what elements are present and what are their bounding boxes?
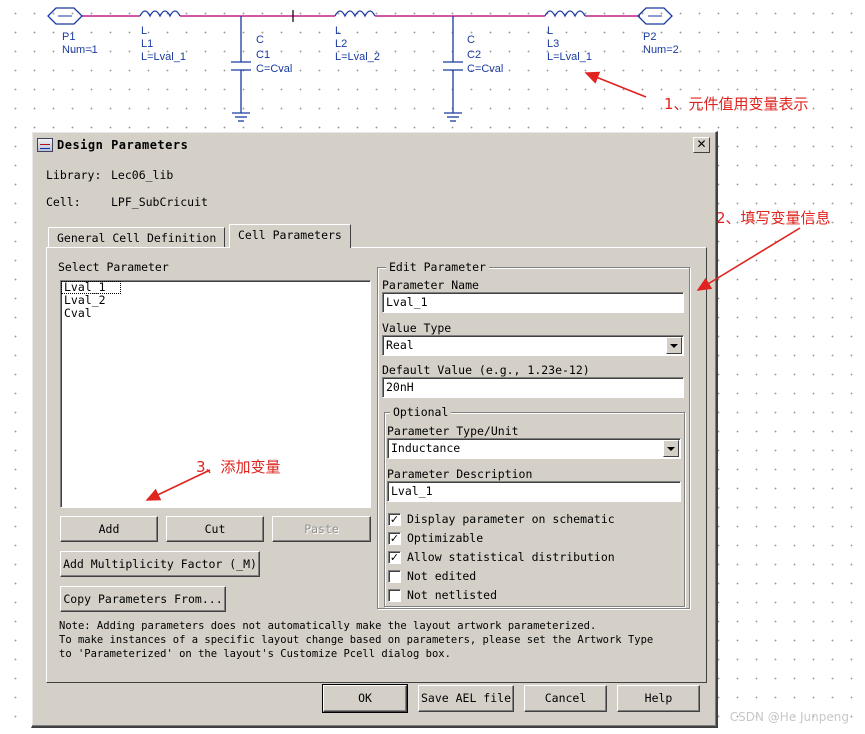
checkbox-label: Not netlisted	[407, 588, 498, 602]
checkbox-label: Allow statistical distribution	[407, 550, 615, 564]
value-type-selected: Real	[386, 338, 414, 352]
add-button[interactable]: Add	[60, 516, 158, 542]
design-parameters-dialog: Design Parameters ✕ Library: Lec06_lib C…	[31, 131, 718, 728]
capacitor-c1-value: C=Cval	[256, 63, 293, 75]
port-p2-symbol	[637, 7, 673, 25]
inductor-l3-value: L=Lval_1	[547, 51, 592, 63]
library-value: Lec06_lib	[111, 168, 174, 182]
parameter-name-label: Parameter Name	[382, 278, 479, 292]
capacitor-c2-symbol	[443, 16, 463, 122]
port-p1-name: P1	[62, 31, 76, 43]
checkbox-label: Optimizable	[407, 531, 484, 545]
list-item[interactable]: Cval	[61, 307, 370, 320]
paste-button[interactable]: Paste	[272, 516, 371, 542]
watermark: CSDN @He Junpeng	[729, 710, 849, 724]
checkbox-allow-statistical[interactable]: ✓ Allow statistical distribution	[388, 549, 615, 565]
parameter-type-unit-select[interactable]: Inductance	[387, 438, 681, 459]
port-p2-num: Num=2	[643, 44, 679, 56]
capacitor-c2-type: C	[467, 34, 475, 46]
checkbox-box[interactable]	[388, 588, 401, 602]
edit-parameter-title: Edit Parameter	[386, 260, 489, 274]
annotation-1: 1、元件值用变量表示	[664, 95, 809, 113]
port-p2-name: P2	[643, 31, 657, 43]
parameter-description-label: Parameter Description	[387, 467, 533, 481]
checkbox-label: Not edited	[407, 569, 477, 583]
parameter-name-input[interactable]: Lval_1	[382, 292, 684, 313]
checkbox-not-edited[interactable]: Not edited	[388, 568, 476, 584]
capacitor-c1-symbol	[231, 16, 251, 122]
note-line-2: To make instances of a specific layout c…	[59, 634, 654, 646]
note-line-3: to 'Parameterized' on the layout's Custo…	[59, 648, 451, 660]
inductor-l2-symbol	[334, 10, 376, 18]
checkbox-display-on-schematic[interactable]: ✓ Display parameter on schematic	[388, 511, 615, 527]
checkbox-optimizable[interactable]: ✓ Optimizable	[388, 530, 483, 546]
tab-cell-parameters[interactable]: Cell Parameters	[229, 224, 351, 248]
default-value-input[interactable]: 20nH	[382, 377, 684, 398]
chevron-down-icon[interactable]	[663, 440, 679, 457]
capacitor-c1-name: C1	[256, 49, 271, 61]
inductor-l2-name: L2	[335, 38, 348, 50]
inductor-l3-name: L3	[547, 38, 560, 50]
capacitor-c1-type: C	[256, 34, 264, 46]
inductor-l1-symbol	[139, 10, 181, 18]
inductor-l2-type: L	[335, 25, 342, 37]
checkbox-box[interactable]	[388, 569, 401, 583]
checkbox-not-netlisted[interactable]: Not netlisted	[388, 587, 497, 603]
add-multiplicity-button[interactable]: Add Multiplicity Factor (_M)	[60, 551, 260, 577]
annotation-3: 3、添加变量	[196, 458, 281, 476]
checkbox-label: Display parameter on schematic	[407, 512, 615, 526]
annotation-2: 2、填写变量信息	[716, 209, 831, 227]
list-item[interactable]: Lval_2	[61, 294, 370, 307]
copy-parameters-button[interactable]: Copy Parameters From...	[60, 586, 226, 612]
port-p1-symbol	[47, 7, 83, 25]
note-line-1: Note: Adding parameters does not automat…	[59, 620, 597, 632]
checkbox-box[interactable]: ✓	[388, 512, 401, 526]
save-ael-button[interactable]: Save AEL file	[418, 685, 514, 712]
default-value-label: Default Value (e.g., 1.23e-12)	[382, 363, 590, 377]
inductor-l3-type: L	[547, 25, 554, 37]
dialog-title: Design Parameters	[57, 138, 189, 152]
port-p1-num: Num=1	[62, 44, 98, 56]
checkbox-box[interactable]: ✓	[388, 550, 401, 564]
value-type-select[interactable]: Real	[382, 335, 684, 356]
capacitor-c2-name: C2	[467, 49, 482, 61]
help-button[interactable]: Help	[617, 685, 700, 712]
inductor-l1-value: L=Lval_1	[141, 51, 186, 63]
inductor-l3-symbol	[544, 10, 586, 18]
close-button[interactable]: ✕	[693, 137, 710, 153]
cell-value: LPF_SubCricuit	[111, 195, 208, 209]
parameter-type-unit-selected: Inductance	[391, 441, 461, 455]
parameter-type-unit-label: Parameter Type/Unit	[387, 424, 519, 438]
dialog-titlebar[interactable]: Design Parameters ✕	[34, 134, 714, 156]
cell-label: Cell:	[46, 195, 81, 209]
cancel-button[interactable]: Cancel	[524, 685, 607, 712]
ok-button[interactable]: OK	[323, 685, 407, 712]
inductor-l1-type: L	[141, 25, 148, 37]
select-parameter-label: Select Parameter	[58, 260, 169, 274]
inductor-l2-value: L=Lval_2	[335, 51, 380, 63]
library-label: Library:	[46, 168, 102, 182]
capacitor-c2-value: C=Cval	[467, 63, 504, 75]
checkbox-box[interactable]: ✓	[388, 531, 401, 545]
app-icon	[37, 138, 53, 152]
optional-title: Optional	[390, 405, 452, 419]
tab-general-cell-definition[interactable]: General Cell Definition	[48, 227, 226, 248]
parameter-description-input[interactable]: Lval_1	[387, 481, 681, 502]
cut-button[interactable]: Cut	[166, 516, 264, 542]
inductor-l1-name: L1	[141, 38, 154, 50]
value-type-label: Value Type	[382, 321, 452, 335]
chevron-down-icon[interactable]	[666, 337, 682, 354]
